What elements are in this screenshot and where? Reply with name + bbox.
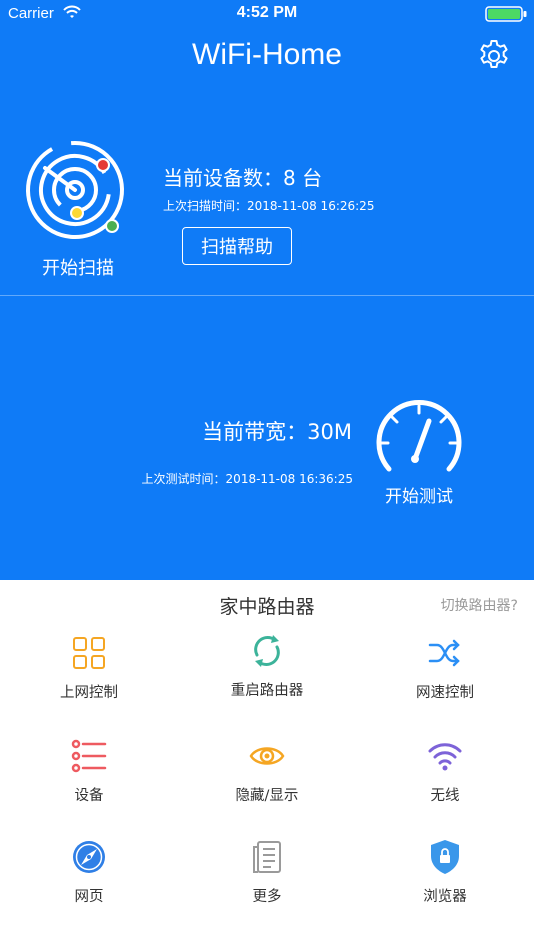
compass-icon — [73, 841, 105, 873]
shield-lock-icon — [431, 840, 459, 874]
grid-item-hide-show[interactable]: 隐藏/显示 — [178, 738, 356, 838]
switch-router-link[interactable]: 切换路由器? — [441, 595, 518, 615]
divider — [0, 295, 534, 296]
grid-item-label: 无线 — [430, 788, 460, 804]
grid-item-more[interactable]: 更多 — [178, 839, 356, 939]
start-scan-label[interactable]: 开始扫描 — [20, 254, 136, 280]
app-title: WiFi-Home — [192, 38, 342, 71]
last-test-time: 上次测试时间：2018-11-08 16:36:25 — [141, 472, 353, 486]
shuffle-icon — [428, 639, 460, 667]
grid-item-devices[interactable]: 设备 — [0, 738, 178, 838]
grid-item-label: 设备 — [74, 788, 104, 804]
grid-item-speed-control[interactable]: 网速控制 — [356, 635, 534, 735]
grid-item-access-control[interactable]: 上网控制 — [0, 635, 178, 735]
grid-item-label: 上网控制 — [60, 685, 118, 701]
last-scan-time: 上次扫描时间：2018-11-08 16:26:25 — [163, 199, 375, 213]
start-test-label[interactable]: 开始测试 — [374, 482, 464, 507]
current-bandwidth: 当前带宽：30M — [202, 420, 352, 444]
speedometer-icon[interactable] — [375, 397, 463, 477]
grid-item-label: 重启路由器 — [230, 683, 304, 699]
document-icon — [253, 841, 281, 873]
status-bar: Carrier 4:52 PM — [0, 0, 534, 28]
list-icon — [71, 739, 107, 773]
grid-item-browser[interactable]: 浏览器 — [356, 839, 534, 939]
header-panel: Carrier 4:52 PM WiFi-Home 开始扫描 当前设备数：8 台… — [0, 0, 534, 580]
grid-item-label: 网速控制 — [416, 685, 474, 701]
grid-item-label: 网页 — [74, 889, 104, 905]
gear-icon[interactable] — [476, 38, 512, 74]
grid-item-restart-router[interactable]: 重启路由器 — [178, 633, 356, 733]
clock: 4:52 PM — [236, 4, 298, 21]
wifi-icon — [428, 743, 462, 771]
grid-item-webpage[interactable]: 网页 — [0, 839, 178, 939]
grid-item-label: 隐藏/显示 — [235, 788, 299, 804]
grid-icon — [73, 637, 105, 669]
grid-item-wireless[interactable]: 无线 — [356, 738, 534, 838]
refresh-icon — [254, 635, 280, 667]
eye-icon — [249, 747, 285, 765]
grid-item-label: 更多 — [252, 889, 282, 905]
scan-help-button[interactable]: 扫描帮助 — [182, 227, 292, 265]
grid-item-label: 浏览器 — [423, 889, 467, 905]
battery-icon — [485, 6, 527, 22]
radar-icon[interactable] — [25, 140, 131, 246]
device-count: 当前设备数：8 台 — [163, 166, 323, 190]
